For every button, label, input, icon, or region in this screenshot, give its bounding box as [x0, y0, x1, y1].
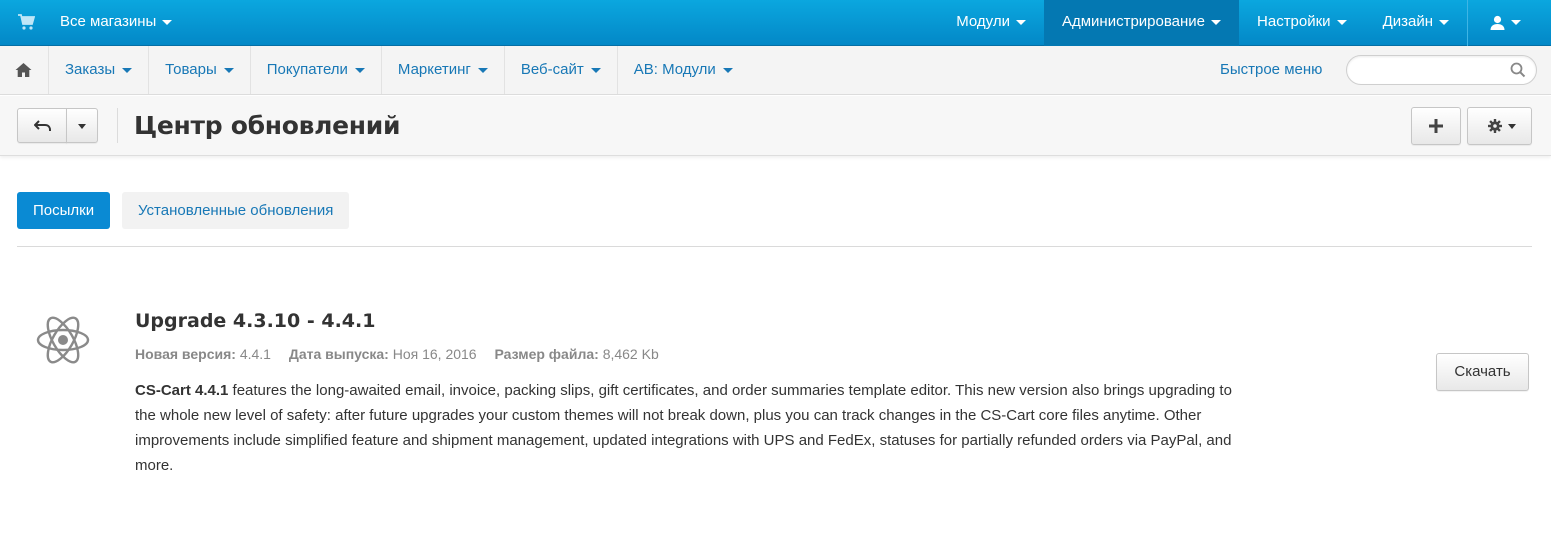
- quick-menu-link[interactable]: Быстрое меню: [1220, 61, 1322, 78]
- chevron-down-icon: [1439, 19, 1449, 25]
- menu-website[interactable]: Веб-сайт: [503, 46, 617, 94]
- chevron-down-icon: [1508, 124, 1516, 129]
- divider: [117, 108, 118, 143]
- plus-icon: [1429, 119, 1443, 133]
- search-icon[interactable]: [1510, 62, 1526, 78]
- back-arrow-icon: [34, 120, 51, 131]
- page-title: Центр обновлений: [134, 111, 401, 140]
- atom-icon: [36, 316, 90, 364]
- chevron-down-icon: [1015, 19, 1026, 25]
- package-description: CS-Cart 4.4.1 features the long-awaited …: [135, 378, 1245, 478]
- package-meta: Новая версия: 4.4.1 Дата выпуска: Ноя 16…: [135, 346, 659, 362]
- menu-products[interactable]: Товары: [148, 46, 250, 94]
- new-version-value: 4.4.1: [239, 346, 271, 362]
- chevron-down-icon: [477, 67, 488, 73]
- main-menu: Заказы Товары Покупатели Маркетинг Веб-с…: [48, 46, 749, 94]
- chevron-down-icon: [354, 67, 365, 73]
- user-icon: [1490, 15, 1505, 30]
- title-bar: Центр обновлений: [0, 96, 1551, 156]
- user-menu[interactable]: [1467, 0, 1551, 46]
- menu-products-label: Товары: [165, 61, 217, 78]
- chevron-down-icon: [1511, 19, 1521, 25]
- menu-ab-modules[interactable]: AB: Модули: [616, 46, 749, 94]
- chevron-down-icon: [78, 124, 86, 129]
- top-nav-design[interactable]: Дизайн: [1365, 0, 1467, 46]
- history-dropdown-button[interactable]: [66, 108, 98, 143]
- store-selector-label: Все магазины: [60, 13, 157, 30]
- divider: [17, 246, 1532, 247]
- menu-marketing[interactable]: Маркетинг: [380, 46, 504, 94]
- chevron-down-icon: [590, 67, 601, 73]
- new-version-label: Новая версия:: [135, 346, 236, 362]
- top-nav-administration[interactable]: Администрирование: [1043, 0, 1240, 46]
- release-date-label: Дата выпуска:: [288, 346, 389, 362]
- tab-packages[interactable]: Посылки: [17, 192, 111, 229]
- package-title: Upgrade 4.3.10 - 4.4.1: [135, 310, 376, 332]
- chevron-down-icon: [1336, 19, 1347, 25]
- settings-dropdown-button[interactable]: [1467, 107, 1532, 145]
- top-nav-settings-label: Настройки: [1257, 13, 1331, 30]
- search-input[interactable]: [1359, 56, 1509, 84]
- top-nav-modules-label: Модули: [956, 13, 1010, 30]
- file-size-value: 8,462 Kb: [602, 346, 659, 362]
- product-name: CS-Cart 4.4.1: [135, 382, 229, 399]
- description-text: features the long-awaited email, invoice…: [135, 382, 1232, 474]
- chevron-down-icon: [162, 19, 173, 25]
- cart-icon[interactable]: [17, 13, 35, 31]
- chevron-down-icon: [1211, 19, 1222, 25]
- file-size-label: Размер файла:: [494, 346, 599, 362]
- top-bar: Все магазины Модули Администрирование На…: [0, 0, 1551, 46]
- top-nav-design-label: Дизайн: [1382, 13, 1433, 30]
- download-button[interactable]: Скачать: [1436, 353, 1529, 391]
- add-button[interactable]: [1411, 107, 1461, 145]
- store-selector[interactable]: Все магазины: [60, 13, 173, 30]
- menu-customers-label: Покупатели: [266, 61, 348, 78]
- menu-orders[interactable]: Заказы: [48, 46, 148, 94]
- top-nav: Модули Администрирование Настройки Дизай…: [938, 0, 1551, 46]
- gear-icon: [1488, 119, 1502, 133]
- chevron-down-icon: [122, 67, 133, 73]
- back-button[interactable]: [17, 108, 67, 143]
- menu-website-label: Веб-сайт: [520, 61, 584, 78]
- tab-installed-updates[interactable]: Установленные обновления: [122, 192, 350, 229]
- menu-marketing-label: Маркетинг: [397, 61, 471, 78]
- search-box: [1346, 55, 1537, 85]
- top-nav-administration-label: Администрирование: [1061, 13, 1206, 30]
- home-button[interactable]: [0, 46, 48, 94]
- release-date-value: Ноя 16, 2016: [392, 346, 477, 362]
- home-icon: [15, 63, 32, 77]
- top-nav-settings[interactable]: Настройки: [1239, 0, 1365, 46]
- main-menu-bar: Заказы Товары Покупатели Маркетинг Веб-с…: [0, 46, 1551, 95]
- menu-customers[interactable]: Покупатели: [249, 46, 381, 94]
- chevron-down-icon: [722, 67, 733, 73]
- chevron-down-icon: [223, 67, 234, 73]
- menu-orders-label: Заказы: [65, 61, 116, 78]
- menu-ab-modules-label: AB: Модули: [633, 61, 716, 78]
- top-nav-modules[interactable]: Модули: [938, 0, 1044, 46]
